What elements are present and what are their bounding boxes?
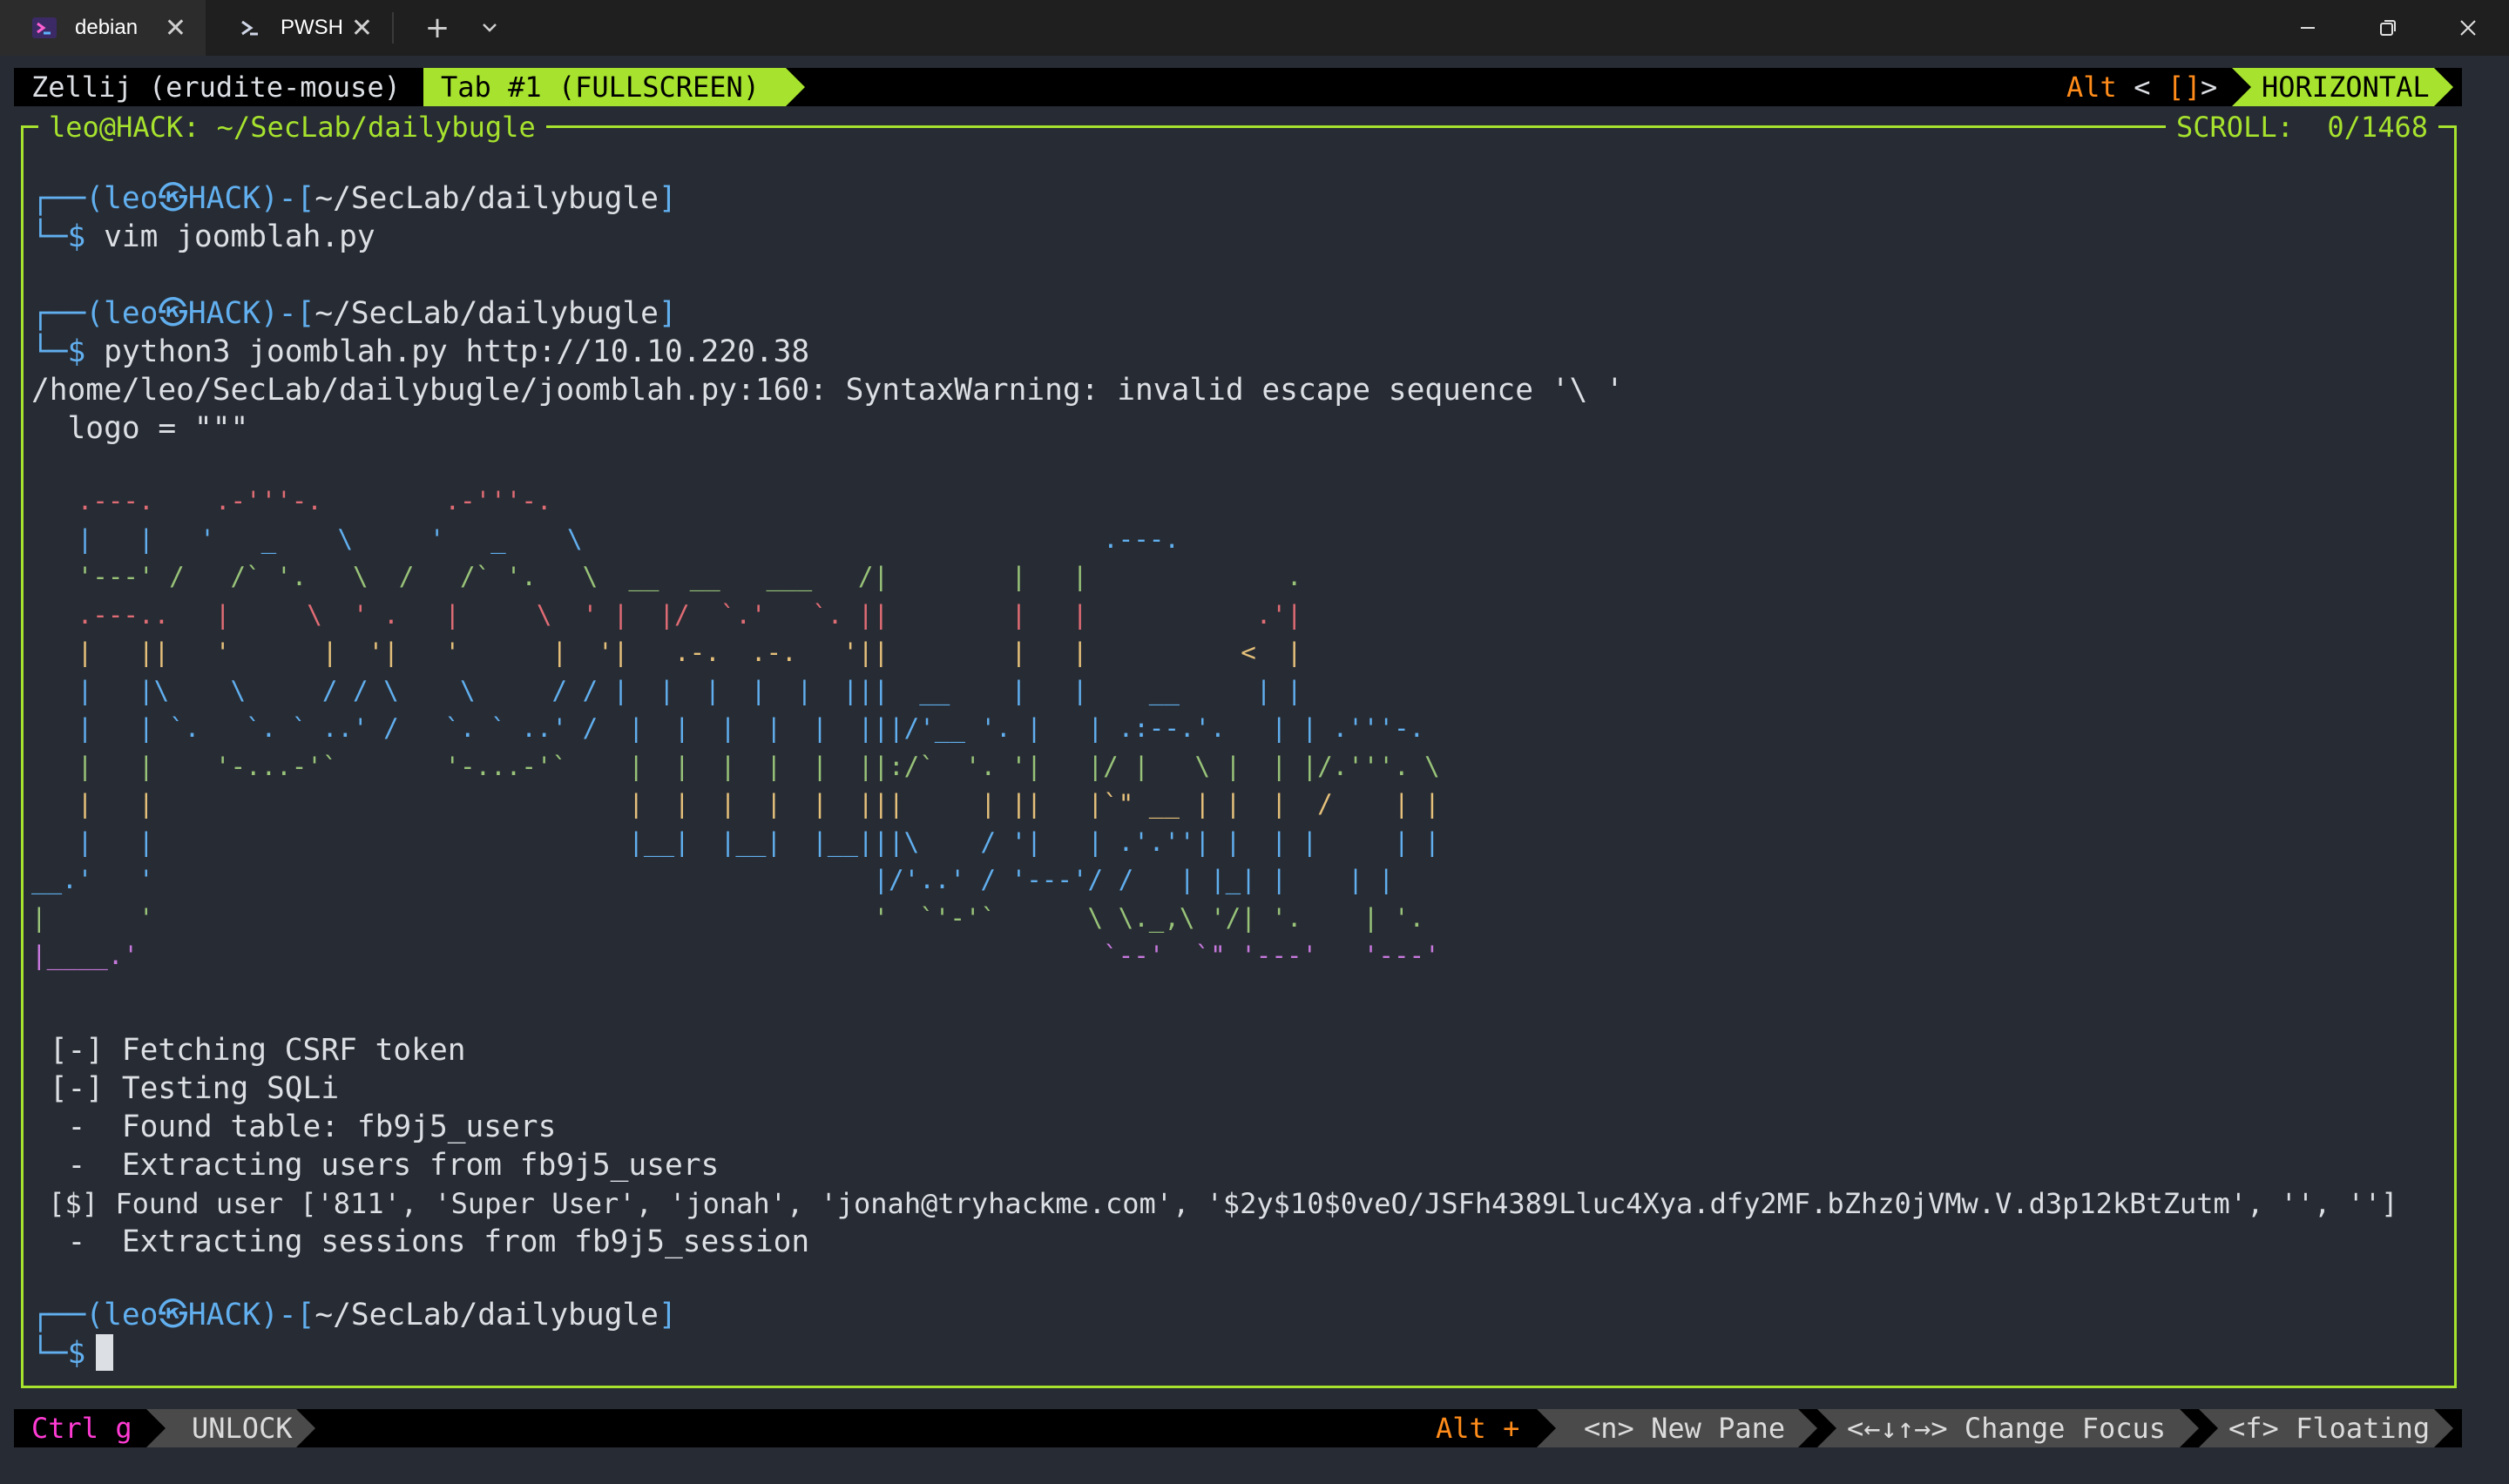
- output-line: - Found table: fb9j5_users: [31, 1110, 557, 1144]
- output-line: [-] Testing SQLi: [31, 1071, 340, 1106]
- chevron-down-icon[interactable]: [477, 7, 502, 49]
- ascii-art-line: | | | | | | | ||| | || |`" __ | | | / | …: [31, 789, 1456, 819]
- powerline-separator: [1798, 1409, 1817, 1447]
- powerline-separator: [2434, 68, 2453, 106]
- tab-separator: [392, 12, 394, 44]
- found-user-line: [$] Found user ['811', 'Super User', 'jo…: [31, 1187, 2398, 1220]
- terminal-area[interactable]: Zellij (erudite-mouse) Tab #1 (FULLSCREE…: [0, 56, 2509, 1484]
- tab-pwsh[interactable]: PWSH ✕: [206, 0, 392, 56]
- close-tab-icon[interactable]: ✕: [165, 13, 186, 44]
- close-tab-icon[interactable]: ✕: [351, 13, 373, 44]
- powerline-separator: [1537, 1409, 1556, 1447]
- ascii-art-line: '---' / /` '. \ / /` '. \ __ __ ___ /| |…: [31, 562, 1410, 591]
- alt-plus-label: Alt +: [1436, 1412, 1520, 1445]
- ascii-art-line: |____.' `--' `" '---' '---': [31, 941, 1456, 970]
- powerline-separator: [296, 1409, 315, 1447]
- logo-assignment: logo = """: [31, 411, 249, 446]
- output-line: - Extracting sessions from fb9j5_session: [31, 1224, 810, 1259]
- window-titlebar: debian ✕ PWSH ✕ +: [0, 0, 2509, 56]
- ctrl-g-key: Ctrl g: [31, 1412, 132, 1445]
- powerline-separator: [2180, 1409, 2199, 1447]
- prompt-line: ┌──(leo㉿HACK)-[~/SecLab/dailybugle]: [31, 181, 677, 216]
- zellij-bottom-bar: Ctrl g UNLOCK Alt + <n> New Pane <←↓↑→> …: [14, 1409, 2462, 1447]
- prompt-line: ┌──(leo㉿HACK)-[~/SecLab/dailybugle]: [31, 1298, 677, 1332]
- floating-hint[interactable]: <f> Floating: [2199, 1409, 2434, 1447]
- session-name: Zellij (erudite-mouse): [31, 71, 401, 104]
- prompt-line: ┌──(leo㉿HACK)-[~/SecLab/dailybugle]: [31, 296, 677, 331]
- output-line: [-] Fetching CSRF token: [31, 1033, 466, 1068]
- output-line: - Extracting users from fb9j5_users: [31, 1148, 720, 1183]
- change-focus-hint[interactable]: <←↓↑→> Change Focus: [1817, 1409, 2180, 1447]
- tab-indicator[interactable]: Tab #1 (FULLSCREEN): [423, 68, 786, 106]
- scroll-indicator: SCROLL: 0/1468: [2166, 108, 2438, 146]
- ascii-art-line: .---. .-'''-. .-'''-.: [31, 486, 1410, 516]
- powerline-separator: [2199, 1409, 2218, 1447]
- ascii-art-line: | || ' | '| ' | '| .-. .-. '|| | | < |: [31, 637, 1410, 667]
- debian-terminal-icon: [31, 15, 57, 41]
- command-line: └─$ vim joomblah.py: [31, 219, 375, 254]
- powerline-separator: [786, 68, 805, 106]
- tab-label: PWSH: [281, 16, 343, 39]
- restore-icon: [2380, 20, 2396, 36]
- syntax-warning: /home/leo/SecLab/dailybugle/joomblah.py:…: [31, 373, 1624, 408]
- new-pane-hint[interactable]: <n> New Pane: [1537, 1409, 1798, 1447]
- command-line[interactable]: └─$: [31, 1334, 85, 1373]
- layout-indicator[interactable]: HORIZONTAL: [2232, 68, 2434, 106]
- powerline-separator: [1817, 1409, 1836, 1447]
- tab-debian[interactable]: debian ✕: [0, 0, 206, 56]
- ascii-art-line: .---.. | \ ' . | \ ' | |/ `.' `. || | | …: [31, 599, 1410, 630]
- powerline-separator: [2232, 68, 2251, 106]
- minimize-icon: [2301, 27, 2315, 29]
- command-text: vim joomblah.py: [104, 219, 375, 254]
- ascii-art-line: | | '-...-'` '-...-'` | | | | | ||:/` '.…: [31, 751, 1456, 781]
- alt-keys-open: <: [2117, 71, 2151, 104]
- powershell-icon: [237, 15, 263, 41]
- restore-button[interactable]: [2349, 0, 2427, 56]
- joomblah-ascii-logo: .---. .-'''-. .-'''-. | | ' _ \ ' _ \ .-…: [31, 482, 1455, 975]
- close-window-button[interactable]: [2429, 0, 2507, 56]
- alt-key-label: Alt: [2066, 71, 2117, 104]
- alt-keys-brackets: []: [2167, 71, 2201, 104]
- pane-title: leo@HACK: ~/SecLab/dailybugle: [38, 108, 546, 146]
- command-line: └─$ python3 joomblah.py http://10.10.220…: [31, 334, 810, 369]
- zellij-top-bar: Zellij (erudite-mouse) Tab #1 (FULLSCREE…: [14, 68, 2462, 106]
- alt-keys-close: >: [2201, 71, 2235, 104]
- powerline-separator: [404, 68, 423, 106]
- powerline-separator: [2434, 1409, 2453, 1447]
- ascii-art-line: | | `. `. ` ..' / `. ` ..' / | | | | | |…: [31, 713, 1456, 743]
- ascii-art-line: | ' ' `'-'` \ \._,\ '/| '. | '.: [31, 902, 1440, 933]
- ascii-art-line: | | |__| |__| |__|||\ / '| | .'.''| | | …: [31, 826, 1456, 857]
- minimize-button[interactable]: [2269, 0, 2347, 56]
- unlock-mode-button[interactable]: UNLOCK: [146, 1409, 296, 1447]
- close-icon: [2460, 20, 2476, 36]
- ascii-art-line: __.' ' |/'..' / '---'/ / | |_| | | |: [31, 865, 1425, 894]
- ascii-art-line: | | ' _ \ ' _ \ .---.: [31, 523, 1440, 554]
- ascii-art-line: | |\ \ / / \ \ / / | | | | | ||| __ | | …: [31, 675, 1410, 705]
- powerline-separator: [146, 1409, 166, 1447]
- tab-label: debian: [75, 16, 139, 39]
- terminal-cursor: [96, 1334, 113, 1371]
- command-text: python3 joomblah.py http://10.10.220.38: [104, 334, 810, 369]
- new-tab-button[interactable]: +: [422, 7, 453, 49]
